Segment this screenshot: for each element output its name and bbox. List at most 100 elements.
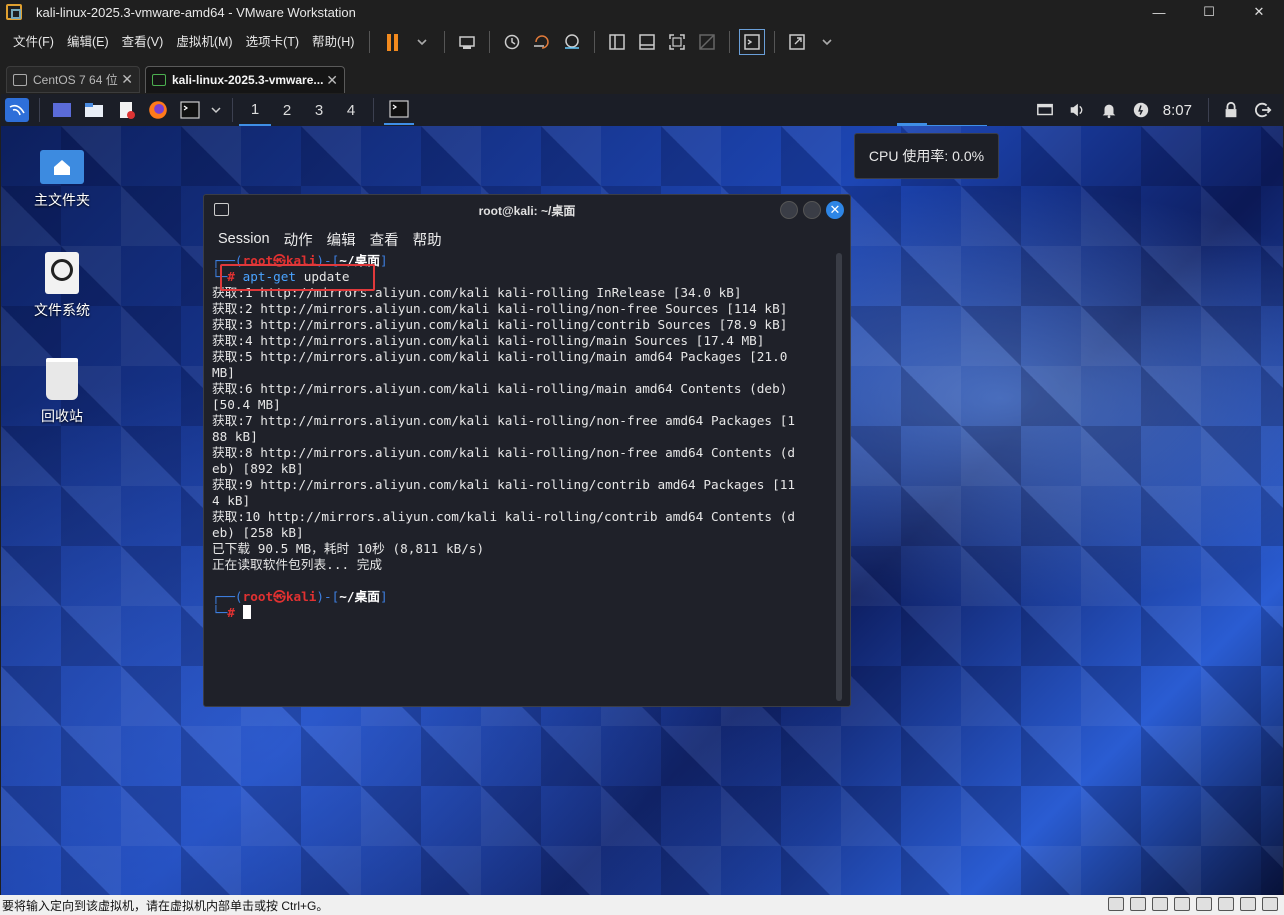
- tab-kali[interactable]: kali-linux-2025.3-vmware... ✕: [145, 66, 345, 93]
- terminal-window-task-icon[interactable]: [384, 95, 414, 125]
- terminal-maximize-button[interactable]: [803, 201, 821, 219]
- terminal-menu-view[interactable]: 查看: [370, 229, 399, 250]
- desktop-icon-home[interactable]: 主文件夹: [12, 150, 112, 210]
- terminal-launcher-icon[interactable]: [178, 98, 202, 122]
- window-controls: — ☐ ✕: [1134, 0, 1284, 24]
- workspace-1[interactable]: 1: [239, 94, 271, 126]
- toolbar-separator: [369, 31, 371, 53]
- vmware-app-icon: [6, 4, 22, 20]
- menu-vm[interactable]: 虚拟机(M): [171, 30, 240, 54]
- volume-icon[interactable]: [1065, 98, 1089, 122]
- pause-vm-button[interactable]: [379, 29, 405, 55]
- show-thumbnail-icon[interactable]: [634, 29, 660, 55]
- tab-label: CentOS 7 64 位: [33, 73, 118, 87]
- message-icon[interactable]: [1262, 897, 1278, 911]
- chevron-down-icon[interactable]: [814, 29, 840, 55]
- maximize-button[interactable]: ☐: [1184, 0, 1234, 24]
- prompt-host: kali: [285, 589, 317, 604]
- usb-icon[interactable]: [1174, 897, 1190, 911]
- command-highlight-box: [220, 264, 375, 291]
- revert-snapshot-icon[interactable]: [529, 29, 555, 55]
- menu-view[interactable]: 查看(V): [117, 30, 172, 54]
- menu-tabs[interactable]: 选项卡(T): [241, 30, 307, 54]
- menu-help[interactable]: 帮助(H): [307, 30, 362, 54]
- network-icon[interactable]: [1152, 897, 1168, 911]
- terminal-output[interactable]: ┌──(root㉿kali)-[~/桌面] └─# apt-get update 获…: [212, 253, 832, 703]
- terminal-menu-actions[interactable]: 动作: [284, 229, 313, 250]
- cd-rom-icon[interactable]: [1130, 897, 1146, 911]
- panel-clock[interactable]: 8:07: [1163, 102, 1192, 119]
- status-bar: 要将输入定向到该虚拟机，请在虚拟机内部单击或按 Ctrl+G。: [0, 895, 1284, 915]
- output-line: 获取:9 http://mirrors.aliyun.com/kali kali…: [212, 477, 795, 492]
- hard-disk-icon[interactable]: [1108, 897, 1124, 911]
- printer-icon[interactable]: [1218, 897, 1234, 911]
- unity-icon[interactable]: [694, 29, 720, 55]
- workspace-3[interactable]: 3: [303, 94, 335, 126]
- close-icon[interactable]: ✕: [326, 72, 338, 89]
- file-manager-icon[interactable]: [82, 98, 106, 122]
- terminal-close-button[interactable]: ✕: [826, 201, 844, 219]
- terminal-menu-edit[interactable]: 编辑: [327, 229, 356, 250]
- vm-running-icon: [152, 74, 166, 86]
- notification-bell-icon[interactable]: [1097, 98, 1121, 122]
- output-line: 获取:8 http://mirrors.aliyun.com/kali kali…: [212, 445, 795, 460]
- power-manager-icon[interactable]: [1129, 98, 1153, 122]
- tab-centos[interactable]: CentOS 7 64 位 ✕: [6, 66, 140, 93]
- menu-bar: 文件(F) 编辑(E) 查看(V) 虚拟机(M) 选项卡(T) 帮助(H): [0, 24, 1284, 60]
- minimize-button[interactable]: —: [1134, 0, 1184, 24]
- desktop-icon-label: 回收站: [41, 408, 83, 424]
- sound-card-icon[interactable]: [1196, 897, 1212, 911]
- terminal-minimize-button[interactable]: [780, 201, 798, 219]
- toolbar-separator: [729, 31, 731, 53]
- terminal-scrollbar[interactable]: [836, 253, 842, 701]
- output-line: 已下载 90.5 MB，耗时 10秒 (8,811 kB/s): [212, 541, 485, 556]
- guest-screen[interactable]: 1 2 3 4 8:07 CPU 使用率: 0.0% 主文件夹 文件系统 回收站…: [1, 94, 1283, 895]
- output-line: eb) [892 kB]: [212, 461, 304, 476]
- snapshot-manager-icon[interactable]: [559, 29, 585, 55]
- send-ctrl-alt-del-icon[interactable]: [454, 29, 480, 55]
- terminal-title-bar[interactable]: root@kali: ~/桌面 ✕: [204, 195, 850, 225]
- workspace-4[interactable]: 4: [335, 94, 367, 126]
- vm-icon: [13, 73, 27, 86]
- panel-separator: [39, 98, 40, 122]
- desktop-icon-filesystem[interactable]: 文件系统: [12, 252, 112, 320]
- chevron-down-icon[interactable]: [409, 29, 435, 55]
- firefox-icon[interactable]: [146, 98, 170, 122]
- terminal-menu-help[interactable]: 帮助: [413, 229, 442, 250]
- close-icon[interactable]: ✕: [121, 71, 133, 88]
- output-line: 获取:4 http://mirrors.aliyun.com/kali kali…: [212, 333, 765, 348]
- show-desktop-icon[interactable]: [50, 98, 74, 122]
- menu-file[interactable]: 文件(F): [8, 30, 62, 54]
- toolbar-separator: [489, 31, 491, 53]
- vm-tab-bar: CentOS 7 64 位 ✕ kali-linux-2025.3-vmware…: [0, 62, 1284, 94]
- workspace-2[interactable]: 2: [271, 94, 303, 126]
- desktop-icon-label: 文件系统: [34, 302, 90, 318]
- terminal-menu-session[interactable]: Session: [218, 231, 270, 247]
- menu-edit[interactable]: 编辑(E): [62, 30, 117, 54]
- display-icon[interactable]: [1240, 897, 1256, 911]
- panel-separator: [1208, 98, 1209, 122]
- tab-label: kali-linux-2025.3-vmware...: [172, 73, 324, 87]
- lock-icon[interactable]: [1219, 98, 1243, 122]
- output-line: 正在读取软件包列表... 完成: [212, 557, 383, 572]
- panel-separator: [373, 98, 374, 122]
- console-view-icon[interactable]: [739, 29, 766, 55]
- cpu-graph[interactable]: [897, 114, 987, 126]
- logout-icon[interactable]: [1251, 98, 1275, 122]
- kali-menu-icon[interactable]: [5, 98, 29, 122]
- show-library-icon[interactable]: [604, 29, 630, 55]
- output-line: 获取:5 http://mirrors.aliyun.com/kali kali…: [212, 349, 788, 364]
- title-bar: kali-linux-2025.3-vmware-amd64 - VMware …: [0, 0, 1284, 24]
- snapshot-icon[interactable]: [499, 29, 525, 55]
- output-line: MB]: [212, 365, 235, 380]
- stretch-guest-icon[interactable]: [784, 29, 810, 55]
- drive-icon: [45, 252, 79, 294]
- output-line: 获取:3 http://mirrors.aliyun.com/kali kali…: [212, 317, 788, 332]
- close-button[interactable]: ✕: [1234, 0, 1284, 24]
- fullscreen-icon[interactable]: [664, 29, 690, 55]
- window-title: kali-linux-2025.3-vmware-amd64 - VMware …: [36, 4, 356, 20]
- screen-icon[interactable]: [1033, 98, 1057, 122]
- desktop-icon-trash[interactable]: 回收站: [12, 358, 112, 426]
- text-editor-icon[interactable]: [114, 98, 138, 122]
- chevron-down-icon[interactable]: [210, 98, 222, 122]
